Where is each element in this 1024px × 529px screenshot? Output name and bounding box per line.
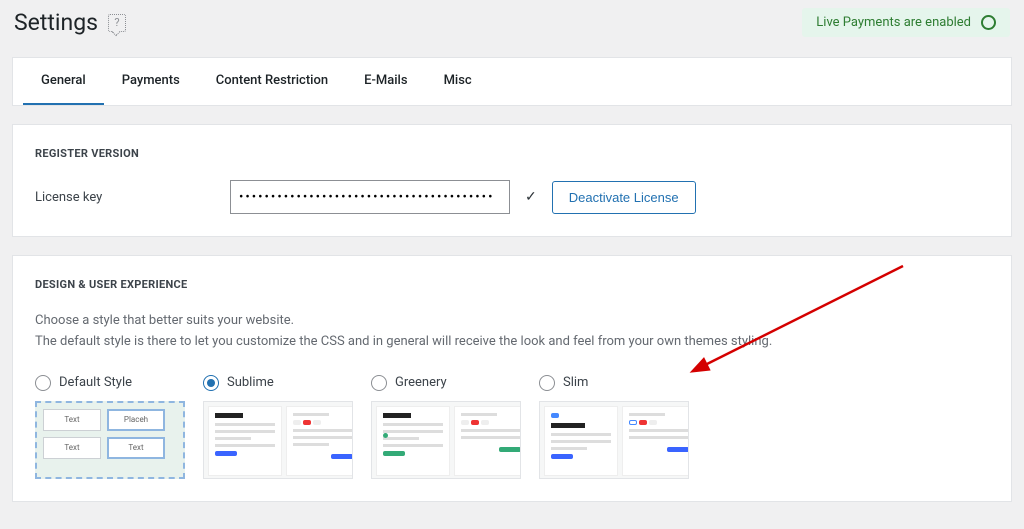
radio-icon[interactable] bbox=[371, 375, 387, 391]
style-thumbnail-slim[interactable] bbox=[539, 401, 689, 479]
style-label: Greenery bbox=[395, 375, 447, 390]
style-label: Default Style bbox=[59, 375, 132, 390]
settings-tabs: General Payments Content Restriction E-M… bbox=[12, 57, 1012, 106]
live-payments-badge: Live Payments are enabled bbox=[802, 8, 1010, 37]
live-payments-label: Live Payments are enabled bbox=[816, 15, 971, 30]
tab-payments[interactable]: Payments bbox=[104, 58, 198, 105]
style-thumbnail-default[interactable]: Text Placeh Text Text bbox=[35, 401, 185, 479]
tab-emails[interactable]: E-Mails bbox=[346, 58, 425, 105]
style-option-default[interactable]: Default Style Text Placeh Text Text bbox=[35, 375, 185, 479]
tab-misc[interactable]: Misc bbox=[426, 58, 490, 105]
design-heading: DESIGN & USER EXPERIENCE bbox=[35, 278, 989, 291]
radio-icon[interactable] bbox=[35, 375, 51, 391]
deactivate-license-button[interactable]: Deactivate License bbox=[552, 181, 696, 214]
style-thumbnail-sublime[interactable] bbox=[203, 401, 353, 479]
design-description-line1: Choose a style that better suits your we… bbox=[35, 311, 989, 332]
license-key-label: License key bbox=[35, 190, 215, 205]
style-thumbnail-greenery[interactable] bbox=[371, 401, 521, 479]
style-option-sublime[interactable]: Sublime bbox=[203, 375, 353, 479]
style-option-slim[interactable]: Slim bbox=[539, 375, 689, 479]
live-circle-icon bbox=[981, 15, 996, 30]
design-description-line2: The default style is there to let you cu… bbox=[35, 332, 989, 353]
page-title-text: Settings bbox=[14, 9, 98, 36]
radio-icon[interactable] bbox=[203, 375, 219, 391]
check-icon: ✓ bbox=[525, 189, 537, 205]
style-label: Slim bbox=[563, 375, 588, 390]
tab-general[interactable]: General bbox=[23, 58, 104, 105]
help-icon[interactable]: ? bbox=[108, 14, 126, 32]
radio-icon[interactable] bbox=[539, 375, 555, 391]
register-version-panel: REGISTER VERSION License key ✓ Deactivat… bbox=[12, 124, 1012, 237]
style-option-greenery[interactable]: Greenery bbox=[371, 375, 521, 479]
style-label: Sublime bbox=[227, 375, 274, 390]
page-title: Settings ? bbox=[14, 9, 126, 36]
tab-content-restriction[interactable]: Content Restriction bbox=[198, 58, 346, 105]
design-experience-panel: DESIGN & USER EXPERIENCE Choose a style … bbox=[12, 255, 1012, 502]
license-key-input[interactable] bbox=[230, 180, 510, 214]
register-version-heading: REGISTER VERSION bbox=[35, 147, 989, 160]
